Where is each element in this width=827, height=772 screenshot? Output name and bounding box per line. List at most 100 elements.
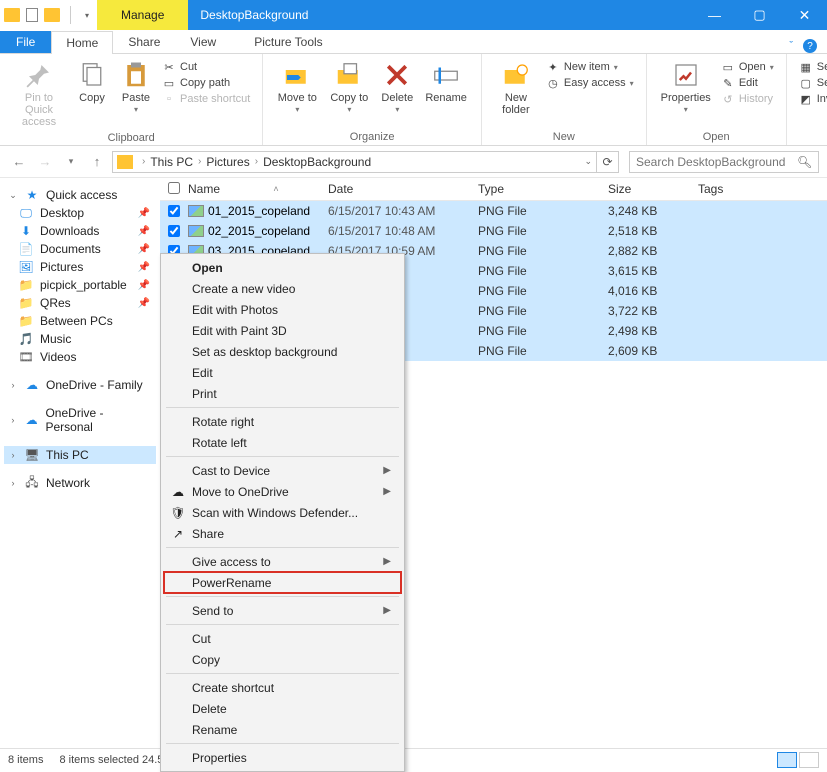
context-menu-item[interactable]: 🛡Scan with Windows Defender...: [164, 502, 401, 523]
minimize-button[interactable]: —: [692, 0, 737, 30]
tab-view[interactable]: View: [175, 30, 231, 53]
context-menu-item[interactable]: Edit with Photos: [164, 299, 401, 320]
column-date[interactable]: Date: [328, 182, 478, 196]
back-button[interactable]: ←: [8, 151, 30, 173]
column-size[interactable]: Size: [608, 182, 698, 196]
sidebar-onedrive-family[interactable]: ›☁OneDrive - Family: [4, 376, 156, 394]
search-icon[interactable]: 🔍︎: [797, 155, 812, 169]
column-name[interactable]: Name˄: [188, 182, 328, 196]
sidebar-onedrive-personal[interactable]: ›☁OneDrive - Personal: [4, 404, 156, 436]
context-menu-item[interactable]: Create a new video: [164, 278, 401, 299]
file-row[interactable]: 02_2015_copeland 6/15/2017 10:48 AM PNG …: [160, 221, 827, 241]
file-type: PNG File: [478, 304, 608, 318]
new-folder-button[interactable]: New folder: [490, 58, 542, 118]
context-menu-item[interactable]: Edit: [164, 362, 401, 383]
paste-shortcut-button[interactable]: ▫Paste shortcut: [162, 92, 250, 106]
select-all-checkbox[interactable]: [168, 182, 180, 194]
delete-button[interactable]: Delete▾: [375, 58, 419, 116]
file-size: 3,248 KB: [608, 204, 698, 218]
history-button[interactable]: ↺History: [721, 92, 774, 106]
file-tab[interactable]: File: [0, 31, 51, 53]
sidebar-item[interactable]: 🖵Desktop📌: [4, 204, 156, 222]
address-dropdown[interactable]: ⌄: [584, 156, 592, 167]
copy-path-button[interactable]: ▭Copy path: [162, 76, 250, 90]
sidebar-network[interactable]: ›🖧Network: [4, 474, 156, 492]
maximize-button[interactable]: ▢: [737, 0, 782, 30]
breadcrumb-item[interactable]: DesktopBackground: [263, 155, 371, 169]
separator: [70, 6, 71, 24]
context-menu-item[interactable]: Print: [164, 383, 401, 404]
sidebar-item[interactable]: 🎞Videos: [4, 348, 156, 366]
easy-access-button[interactable]: ◷Easy access ▾: [546, 76, 634, 90]
context-menu-item[interactable]: Cast to Device▶: [164, 460, 401, 481]
sidebar-item[interactable]: 📄Documents📌: [4, 240, 156, 258]
search-input[interactable]: [636, 155, 791, 169]
recent-dropdown[interactable]: ▾: [60, 151, 82, 173]
file-size: 2,518 KB: [608, 224, 698, 238]
thumbnails-view-button[interactable]: [799, 752, 819, 768]
context-menu-item[interactable]: Give access to▶: [164, 551, 401, 572]
new-item-button[interactable]: ✦New item ▾: [546, 60, 634, 74]
select-none-button[interactable]: ▢Select none: [799, 76, 827, 90]
row-checkbox[interactable]: [168, 205, 180, 217]
tab-share[interactable]: Share: [113, 30, 175, 53]
select-all-button[interactable]: ▦Select all: [799, 60, 827, 74]
invert-selection-button[interactable]: ◩Invert selection: [799, 92, 827, 106]
column-tags[interactable]: Tags: [698, 182, 827, 196]
sidebar-this-pc[interactable]: ›🖥This PC: [4, 446, 156, 464]
open-button[interactable]: ▭Open ▾: [721, 60, 774, 74]
sidebar-item[interactable]: 🎵Music: [4, 330, 156, 348]
address-bar[interactable]: › This PC › Pictures › DesktopBackground…: [112, 151, 597, 173]
context-menu-item[interactable]: Set as desktop background: [164, 341, 401, 362]
folder-icon: [117, 155, 133, 169]
tab-home[interactable]: Home: [51, 31, 113, 54]
context-menu-item[interactable]: Copy: [164, 649, 401, 670]
search-box[interactable]: 🔍︎: [629, 151, 819, 173]
context-menu-item[interactable]: Rotate left: [164, 432, 401, 453]
properties-button[interactable]: Properties▾: [655, 58, 717, 116]
context-menu-item[interactable]: ☁Move to OneDrive▶: [164, 481, 401, 502]
sidebar-quick-access[interactable]: ⌄★Quick access: [4, 186, 156, 204]
tab-picture-tools[interactable]: Picture Tools: [239, 30, 337, 53]
row-checkbox[interactable]: [168, 225, 180, 237]
copy-to-button[interactable]: Copy to▾: [323, 58, 375, 116]
move-to-button[interactable]: Move to▾: [271, 58, 323, 116]
context-menu-item[interactable]: Delete: [164, 698, 401, 719]
pin-quick-access-button[interactable]: Pin to Quick access: [8, 58, 70, 130]
open-icon: ▭: [721, 60, 735, 74]
sidebar-item[interactable]: 📁Between PCs: [4, 312, 156, 330]
context-menu-item[interactable]: Send to▶: [164, 600, 401, 621]
context-menu-item[interactable]: Create shortcut: [164, 677, 401, 698]
context-menu-item[interactable]: ↗Share: [164, 523, 401, 544]
breadcrumb-item[interactable]: Pictures: [206, 155, 249, 169]
context-menu-item[interactable]: PowerRename: [164, 572, 401, 593]
close-button[interactable]: ✕: [782, 0, 827, 30]
context-menu-item[interactable]: Edit with Paint 3D: [164, 320, 401, 341]
rename-button[interactable]: Rename: [419, 58, 473, 106]
sidebar-item[interactable]: 📁picpick_portable📌: [4, 276, 156, 294]
edit-button[interactable]: ✎Edit: [721, 76, 774, 90]
file-row[interactable]: 01_2015_copeland 6/15/2017 10:43 AM PNG …: [160, 201, 827, 221]
ribbon-collapse-icon[interactable]: ˇ: [789, 40, 793, 52]
qat-dropdown[interactable]: ▾: [81, 11, 93, 20]
sidebar-item[interactable]: 🖼Pictures📌: [4, 258, 156, 276]
context-menu-item[interactable]: Rename: [164, 719, 401, 740]
file-size: 4,016 KB: [608, 284, 698, 298]
up-button[interactable]: ↑: [86, 151, 108, 173]
context-menu-item[interactable]: Properties: [164, 747, 401, 768]
refresh-button[interactable]: ⟳: [597, 151, 619, 173]
breadcrumb-item[interactable]: This PC: [150, 155, 193, 169]
paste-button[interactable]: Paste ▾: [114, 58, 158, 116]
context-menu-item[interactable]: Rotate right: [164, 411, 401, 432]
context-menu-item[interactable]: Open: [164, 257, 401, 278]
cut-button[interactable]: ✂Cut: [162, 60, 250, 74]
context-menu-item[interactable]: Cut: [164, 628, 401, 649]
forward-button[interactable]: →: [34, 151, 56, 173]
sidebar-item[interactable]: 📁QRes📌: [4, 294, 156, 312]
pin-icon: 📌: [138, 244, 150, 255]
column-type[interactable]: Type: [478, 182, 608, 196]
details-view-button[interactable]: [777, 752, 797, 768]
copy-button[interactable]: Copy: [70, 58, 114, 106]
sidebar-item[interactable]: ⬇Downloads📌: [4, 222, 156, 240]
help-icon[interactable]: ?: [803, 39, 817, 53]
